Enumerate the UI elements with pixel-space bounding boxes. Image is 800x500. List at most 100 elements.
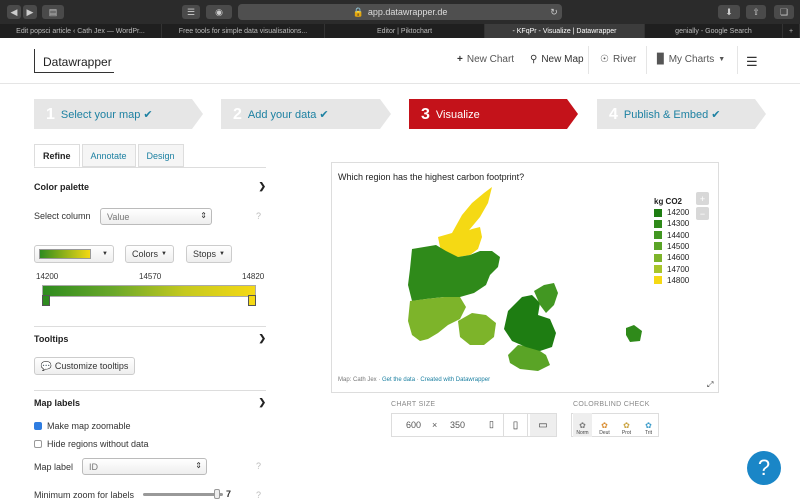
gradient-bar[interactable]: [42, 285, 256, 297]
zoom-out-button[interactable]: −: [696, 207, 709, 220]
hamburger-menu-icon[interactable]: ☰: [746, 54, 758, 70]
browser-tab[interactable]: Edit popsci article ‹ Cath Jex — WordPr.…: [0, 24, 162, 38]
colorblind-normal[interactable]: ✿ Norm: [573, 413, 592, 437]
select-arrows-icon: ⇕: [195, 461, 202, 470]
download-icon[interactable]: ⬇: [718, 5, 740, 19]
comment-icon: 💬: [40, 360, 52, 371]
chart-height-input[interactable]: 350: [450, 420, 465, 430]
reload-icon[interactable]: ↻: [548, 5, 560, 19]
checkbox-unchecked[interactable]: [34, 440, 42, 448]
tab-refine[interactable]: Refine: [34, 144, 80, 167]
map-label-dropdown[interactable]: ID ⇕: [82, 458, 207, 475]
legend-item: 14300: [654, 219, 689, 228]
min-zoom-slider-track[interactable]: [143, 493, 223, 496]
legend-item: 14700: [654, 265, 689, 274]
hide-regions-checkbox[interactable]: Hide regions without data: [34, 439, 149, 449]
checkbox-checked[interactable]: [34, 422, 42, 430]
legend-swatch: [654, 208, 662, 217]
nav-divider: [646, 46, 647, 74]
region-bornholm[interactable]: [626, 325, 642, 342]
gradient-mid-label: 14570: [139, 272, 162, 281]
get-data-link[interactable]: Get the data: [382, 377, 415, 383]
colorblind-deut[interactable]: ✿ Deut: [595, 413, 614, 437]
stops-button[interactable]: Stops ▼: [186, 245, 232, 263]
tabs-overview-icon[interactable]: ❏: [774, 5, 794, 19]
share-icon[interactable]: ⇧: [746, 5, 766, 19]
legend-label: 14600: [667, 253, 690, 263]
created-with-link[interactable]: Created with Datawrapper: [420, 377, 490, 383]
bar-chart-icon: ▉: [657, 54, 665, 65]
colorblind-trit[interactable]: ✿ Trit: [639, 413, 658, 437]
forward-icon[interactable]: ▶: [23, 5, 37, 19]
river-link[interactable]: ☉ River: [600, 54, 636, 65]
gradient-stop-min-handle[interactable]: [42, 295, 50, 306]
map-marker-icon: ⚲: [530, 54, 538, 65]
map-label-label: Map label: [34, 462, 74, 472]
colorblind-prot[interactable]: ✿ Prot: [617, 413, 636, 437]
resize-handle-icon[interactable]: ⤢: [707, 380, 713, 390]
tablet-icon[interactable]: ▯: [503, 414, 528, 436]
palette-prot-icon: ✿: [623, 421, 630, 430]
zoom-in-button[interactable]: +: [696, 192, 709, 205]
palette-trit-icon: ✿: [645, 421, 652, 430]
new-map-link[interactable]: ⚲ New Map: [530, 54, 584, 65]
chevron-down-icon: ❯: [258, 181, 266, 191]
legend-item: 14500: [654, 242, 689, 251]
legend-item: 14600: [654, 253, 689, 262]
help-icon[interactable]: ?: [256, 211, 261, 221]
my-charts-menu[interactable]: ▉ My Charts ▼: [657, 54, 725, 65]
caret-down-icon: ▼: [102, 251, 108, 257]
colorblind-label: COLORBLIND CHECK: [573, 401, 650, 408]
tab-annotate[interactable]: Annotate: [81, 144, 136, 167]
select-column-dropdown[interactable]: Value ⇕: [100, 208, 212, 225]
sidebar-icon[interactable]: ▤: [42, 5, 64, 19]
browser-tab[interactable]: Editor | Piktochart: [325, 24, 485, 38]
colors-button[interactable]: Colors ▼: [125, 245, 174, 263]
new-tab-button[interactable]: +: [783, 24, 800, 38]
mobile-small-icon[interactable]: ▯: [489, 419, 494, 430]
min-zoom-value: 7: [226, 489, 232, 499]
legend-label: 14800: [667, 275, 690, 285]
step-add-data[interactable]: 2 Add your data ✔: [221, 99, 329, 130]
tooltips-header[interactable]: Tooltips ❯: [34, 333, 266, 344]
back-icon[interactable]: ◀: [7, 5, 21, 19]
address-bar[interactable]: 🔒 app.datawrapper.de: [238, 4, 562, 20]
step-publish[interactable]: 4 Publish & Embed ✔: [597, 99, 721, 130]
caret-down-icon: ▼: [219, 251, 225, 257]
palette-picker[interactable]: ▼: [34, 245, 114, 263]
tab-design[interactable]: Design: [137, 144, 184, 167]
customize-tooltips-button[interactable]: 💬 Customize tooltips: [34, 357, 135, 375]
legend-item: 14400: [654, 231, 689, 240]
legend-label: 14500: [667, 241, 690, 251]
gradient-stop-max-handle[interactable]: [248, 295, 256, 306]
chevron-down-icon: ❯: [258, 397, 266, 407]
palette-swatch: [39, 249, 91, 259]
browser-toolbar: ◀ ▶ ▤ ☰ ◉ 🔒 app.datawrapper.de ↻ ⬇ ⇧ ❏: [0, 0, 800, 24]
check-icon: ✔: [143, 109, 153, 121]
extension-icon[interactable]: ◉: [206, 5, 232, 19]
desktop-icon[interactable]: ▭: [530, 414, 556, 436]
caret-down-icon: ▼: [718, 56, 726, 63]
help-icon[interactable]: ?: [256, 461, 261, 471]
new-chart-link[interactable]: + New Chart: [457, 54, 514, 65]
layers-icon[interactable]: ☰: [182, 5, 200, 19]
browser-tab[interactable]: Free tools for simple data visualisation…: [162, 24, 325, 38]
url-text: app.datawrapper.de: [367, 7, 448, 17]
select-column-label: Select column: [34, 211, 91, 221]
region-fyn[interactable]: [458, 313, 496, 345]
chart-width-input[interactable]: 600: [406, 420, 421, 430]
datawrapper-logo[interactable]: Datawrapper: [34, 49, 114, 73]
step-select-map[interactable]: 1 Select your map ✔: [34, 99, 153, 130]
browser-tab[interactable]: genially - Google Search: [645, 24, 783, 38]
region-syddanmark[interactable]: [408, 297, 466, 341]
help-chat-button[interactable]: ?: [747, 451, 781, 485]
zoomable-checkbox[interactable]: Make map zoomable: [34, 421, 131, 431]
min-zoom-slider-thumb[interactable]: [213, 489, 220, 499]
help-icon[interactable]: ?: [256, 490, 261, 500]
map-labels-header[interactable]: Map labels ❯: [34, 397, 266, 408]
legend-item: 14200: [654, 208, 689, 217]
step-visualize[interactable]: 3 Visualize: [409, 99, 480, 130]
denmark-map[interactable]: [400, 185, 650, 375]
color-palette-header[interactable]: Color palette ❯: [34, 181, 266, 192]
browser-tab-active[interactable]: - KFqPr - Visualize | Datawrapper: [485, 24, 645, 38]
